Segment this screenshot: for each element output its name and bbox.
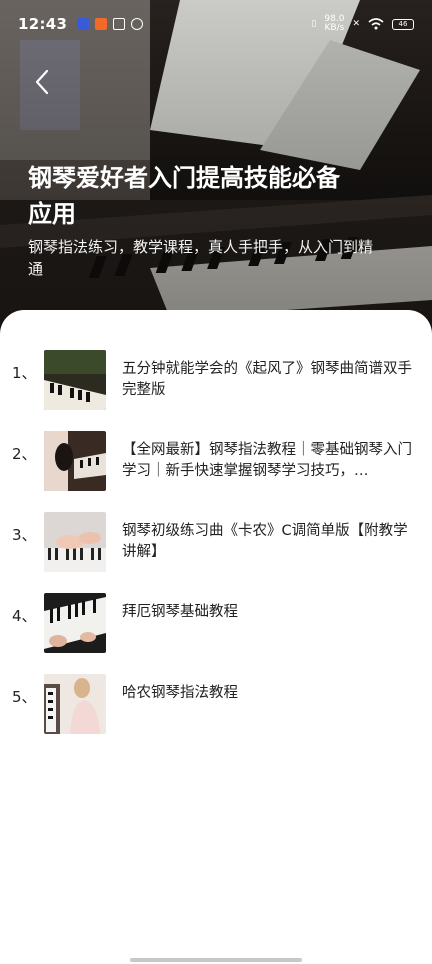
item-thumbnail [44, 674, 106, 734]
item-thumbnail [44, 431, 106, 491]
link-icon [131, 18, 144, 30]
speed-unit: KB/s [324, 23, 345, 33]
item-title: 五分钟就能学会的《起风了》钢琴曲简谱双手完整版 [122, 361, 412, 398]
network-speed: 98.0 KB/s [324, 15, 344, 33]
status-bar: 12:43 ▯ 98.0 KB/s ✕ 46 [0, 0, 432, 48]
content-sheet: 1、 五分钟就能学会的《起风了》钢琴曲简谱双手完整版 2、 【全网最新】钢琴指法… [0, 310, 432, 964]
back-button[interactable] [28, 66, 56, 98]
battery-icon: 46 [392, 18, 414, 30]
item-thumbnail [44, 593, 106, 653]
box-icon [113, 18, 126, 30]
x-icon: ✕ [352, 19, 360, 29]
page-title: 钢琴爱好者入门提高技能必备应用 [28, 164, 340, 228]
list-item[interactable]: 3、 钢琴初级练习曲《卡农》C调简单版【附教学讲解】 [0, 502, 432, 583]
item-thumbnail [44, 512, 106, 572]
list-item[interactable]: 1、 五分钟就能学会的《起风了》钢琴曲简谱双手完整版 [0, 340, 432, 421]
list-item[interactable]: 4、 拜厄钢琴基础教程 [0, 583, 432, 664]
item-title: 【全网最新】钢琴指法教程｜零基础钢琴入门学习｜新手快速掌握钢琴学习技巧，… [122, 442, 412, 479]
item-thumbnail [44, 350, 106, 410]
battery-level: 46 [398, 20, 408, 28]
app-icon [95, 18, 108, 30]
item-title: 哈农钢琴指法教程 [122, 685, 238, 701]
list-item[interactable]: 2、 【全网最新】钢琴指法教程｜零基础钢琴入门学习｜新手快速掌握钢琴学习技巧，… [0, 421, 432, 502]
notification-icons [77, 18, 144, 30]
page-subtitle: 钢琴指法练习，教学课程，真人手把手，从入门到精通 [28, 238, 374, 278]
home-indicator[interactable] [130, 958, 302, 962]
play-icon [77, 18, 90, 30]
vibrate-icon: ▯ [311, 19, 317, 29]
status-time: 12:43 [18, 15, 68, 33]
item-index: 3、 [12, 526, 37, 544]
item-index: 4、 [12, 607, 37, 625]
item-index: 1、 [12, 364, 37, 382]
item-title: 钢琴初级练习曲《卡农》C调简单版【附教学讲解】 [122, 523, 408, 560]
wifi-icon [368, 18, 384, 30]
item-index: 2、 [12, 445, 37, 463]
hero-banner: 12:43 ▯ 98.0 KB/s ✕ 46 钢琴爱好者入门提高技能必备应用 钢… [0, 0, 432, 340]
chevron-left-icon [35, 69, 49, 95]
tutorial-list: 1、 五分钟就能学会的《起风了》钢琴曲简谱双手完整版 2、 【全网最新】钢琴指法… [0, 340, 432, 745]
item-index: 5、 [12, 688, 37, 706]
status-right: ▯ 98.0 KB/s ✕ 46 [311, 15, 414, 33]
list-item[interactable]: 5、 哈农钢琴指法教程 [0, 664, 432, 745]
item-title: 拜厄钢琴基础教程 [122, 604, 238, 620]
